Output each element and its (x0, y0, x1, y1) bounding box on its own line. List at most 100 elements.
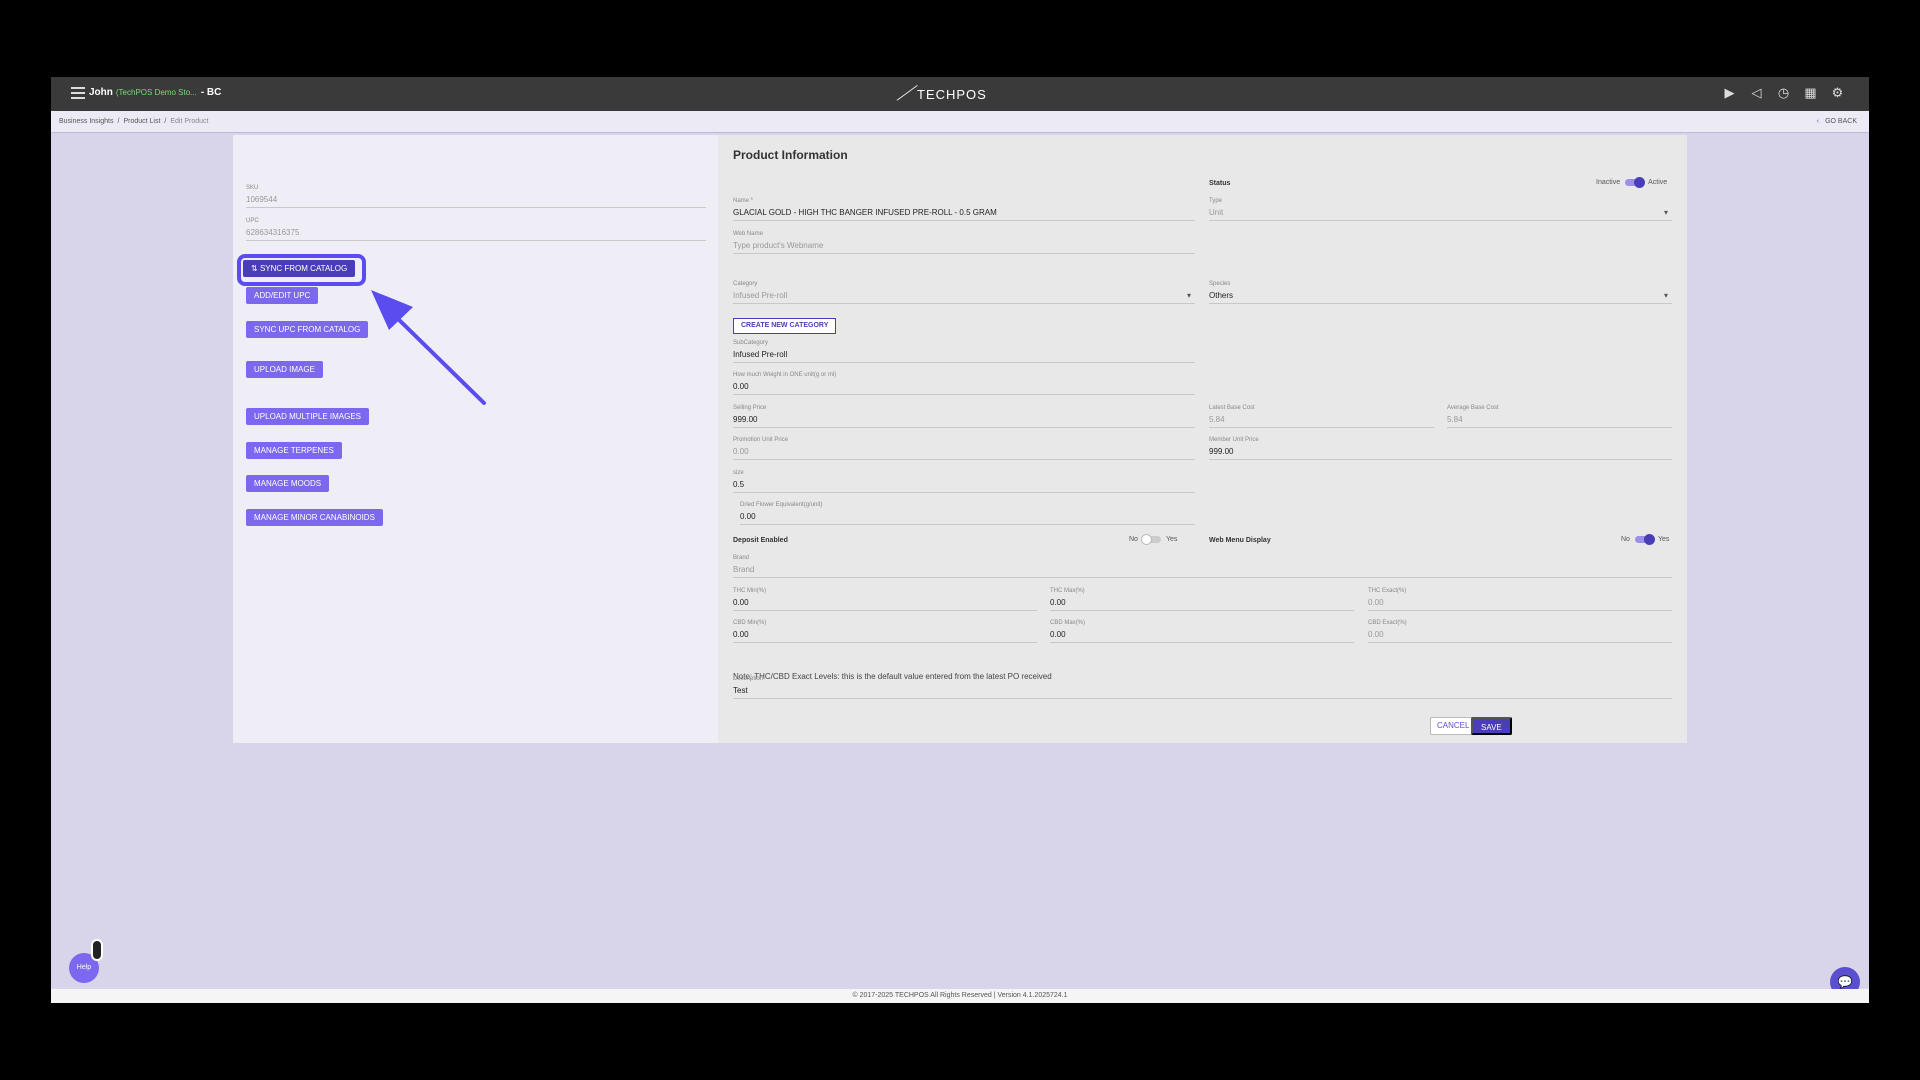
latest-base-cost-field: Latest Base Cost 5.84 (1209, 405, 1434, 428)
thc-min-field[interactable]: THC Min(%) 0.00 (733, 588, 1037, 611)
logo-text: TECHPOS (917, 87, 987, 102)
sku-field[interactable]: SKU 1069544 (246, 185, 706, 208)
sync-upc-from-catalog-button[interactable]: SYNC UPC FROM CATALOG (246, 321, 369, 338)
manage-moods-button[interactable]: MANAGE MOODS (246, 475, 330, 492)
cbd-min-value: 0.00 (733, 630, 1037, 643)
average-base-cost-field: Average Base Cost 5.84 (1447, 405, 1672, 428)
breadcrumb-product-list[interactable]: Product List (123, 118, 160, 125)
web-name-label: Web Name (733, 231, 763, 237)
add-edit-upc-button[interactable]: ADD/EDIT UPC (246, 287, 319, 304)
description-field[interactable]: Description Test (733, 676, 1672, 699)
user-store-info[interactable]: John (TechPOS Demo Sto... - BC (89, 87, 221, 98)
breadcrumb-edit-product: Edit Product (170, 118, 209, 125)
brand-label: Brand (733, 555, 750, 561)
clock-icon[interactable]: ◷ (1776, 85, 1791, 100)
user-name: John (89, 87, 113, 98)
promotion-price-label: Promotion Unit Price (733, 437, 789, 443)
thc-exact-value: 0.00 (1368, 598, 1672, 611)
app-window: John (TechPOS Demo Sto... - BC ⟋ TECHPOS ▶… (51, 77, 1869, 1003)
upc-value: 628634316375 (246, 228, 706, 241)
cbd-exact-label: CBD Exact(%) (1368, 620, 1407, 626)
brand-input[interactable]: Brand (733, 565, 1672, 578)
category-select[interactable]: Infused Pre-roll (733, 291, 1195, 304)
web-name-field[interactable]: Web Name Type product's Webname (733, 231, 1195, 254)
category-field[interactable]: Category Infused Pre-roll (733, 281, 1195, 304)
name-field[interactable]: Name * GLACIAL GOLD - HIGH THC BANGER IN… (733, 198, 1195, 221)
deposit-enabled-label: Deposit Enabled (733, 537, 788, 544)
web-menu-toggle[interactable]: No Yes (1621, 534, 1670, 545)
status-switch[interactable] (1625, 177, 1646, 188)
species-field[interactable]: Species Others (1209, 281, 1672, 304)
sync-button-highlight (237, 254, 366, 286)
thc-max-field[interactable]: THC Max(%) 0.00 (1050, 588, 1354, 611)
thc-exact-label: THC Exact(%) (1368, 588, 1407, 594)
section-title: Product Information (733, 148, 848, 162)
cbd-min-field[interactable]: CBD Min(%) 0.00 (733, 620, 1037, 643)
web-menu-no-label: No (1621, 536, 1630, 543)
latest-base-cost-value: 5.84 (1209, 415, 1434, 428)
techpos-logo-icon: ⟋ (895, 83, 917, 105)
video-icon[interactable]: ▶ (1722, 85, 1737, 100)
dried-flower-field[interactable]: Dried Flower Equivalent(g/unit) 0.00 (740, 502, 1195, 525)
upload-multiple-images-button[interactable]: UPLOAD MULTIPLE IMAGES (246, 408, 369, 425)
techpos-logo[interactable]: ⟋ TECHPOS (895, 83, 987, 106)
breadcrumb-business-insights[interactable]: Business Insights (59, 118, 113, 125)
web-menu-display-label: Web Menu Display (1209, 537, 1271, 544)
calendar-icon[interactable]: ▦ (1803, 85, 1818, 100)
deposit-switch-knob (1140, 534, 1152, 545)
upload-image-button[interactable]: UPLOAD IMAGE (246, 361, 323, 378)
chevron-left-icon: ‹ (1816, 118, 1820, 125)
go-back-label: GO BACK (1825, 118, 1857, 125)
brand-field[interactable]: Brand Brand (733, 555, 1672, 578)
deposit-switch[interactable] (1140, 534, 1161, 545)
deposit-toggle[interactable]: No Yes (1129, 534, 1177, 545)
hamburger-menu-icon[interactable] (71, 87, 85, 99)
weight-field[interactable]: How much Weight in ONE unit(g or ml) 0.0… (733, 372, 1195, 395)
go-back-button[interactable]: ‹ GO BACK (1817, 118, 1857, 125)
type-select[interactable]: Unit (1209, 208, 1672, 221)
cbd-exact-field[interactable]: CBD Exact(%) 0.00 (1368, 620, 1672, 643)
selling-price-value: 999.00 (733, 415, 1195, 428)
category-label: Category (733, 281, 758, 287)
breadcrumb: Business Insights / Product List / Edit … (59, 118, 209, 125)
web-menu-switch[interactable] (1634, 534, 1655, 545)
region: - BC (200, 87, 222, 98)
cbd-max-label: CBD Max(%) (1050, 620, 1086, 626)
subcategory-label: SubCategory (733, 340, 769, 346)
size-field[interactable]: size 0.5 (733, 470, 1195, 493)
cbd-max-value: 0.00 (1050, 630, 1354, 643)
megaphone-icon[interactable]: ◁ (1749, 85, 1764, 100)
species-select[interactable]: Others (1209, 291, 1672, 304)
type-field[interactable]: Type Unit (1209, 198, 1672, 221)
annotation-arrow-icon (371, 290, 486, 405)
thc-min-value: 0.00 (733, 598, 1037, 611)
thc-max-label: THC Max(%) (1050, 588, 1085, 594)
save-button[interactable]: SAVE (1471, 717, 1512, 735)
species-label: Species (1209, 281, 1231, 287)
thc-exact-field[interactable]: THC Exact(%) 0.00 (1368, 588, 1672, 611)
selling-price-field[interactable]: Selling Price 999.00 (733, 405, 1195, 428)
cbd-max-field[interactable]: CBD Max(%) 0.00 (1050, 620, 1354, 643)
web-menu-yes-label: Yes (1657, 536, 1670, 543)
cbd-exact-value: 0.00 (1368, 630, 1672, 643)
top-bar: John (TechPOS Demo Sto... - BC ⟋ TECHPOS ▶… (51, 77, 1869, 111)
create-new-category-button[interactable]: CREATE NEW CATEGORY (733, 318, 837, 334)
web-name-input[interactable]: Type product's Webname (733, 241, 1195, 254)
upc-field[interactable]: UPC 628634316375 (246, 218, 706, 241)
subcategory-field[interactable]: SubCategory Infused Pre-roll (733, 340, 1195, 363)
upc-label: UPC (246, 218, 259, 224)
status-label: Status (1209, 180, 1231, 187)
sku-label: SKU (246, 185, 259, 191)
promotion-price-value: 0.00 (733, 447, 1195, 460)
thc-min-label: THC Min(%) (733, 588, 766, 594)
promotion-price-field[interactable]: Promotion Unit Price 0.00 (733, 437, 1195, 460)
cancel-button[interactable]: CANCEL (1430, 717, 1477, 735)
manage-terpenes-button[interactable]: MANAGE TERPENES (246, 442, 342, 459)
status-toggle[interactable]: Inactive Active (1596, 177, 1667, 188)
manage-minor-canabinoids-button[interactable]: MANAGE MINOR CANABINOIDS (246, 509, 383, 526)
gear-icon[interactable]: ⚙ (1830, 85, 1845, 100)
type-label: Type (1209, 198, 1223, 204)
member-price-field[interactable]: Member Unit Price 999.00 (1209, 437, 1672, 460)
weight-value: 0.00 (733, 382, 1195, 395)
breadcrumb-bar: Business Insights / Product List / Edit … (51, 111, 1869, 133)
